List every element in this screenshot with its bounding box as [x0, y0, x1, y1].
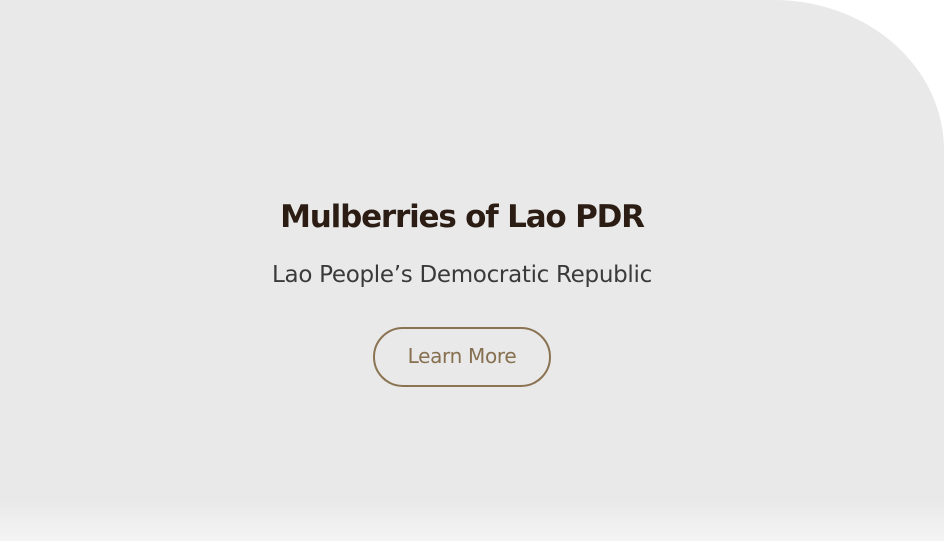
hero-subtitle: Lao People’s Democratic Republic	[272, 262, 652, 288]
learn-more-button[interactable]: Learn More	[373, 327, 551, 387]
hero-content: Mulberries of Lao PDR Lao People’s Democ…	[0, 194, 924, 387]
hero-title: Mulberries of Lao PDR	[280, 199, 645, 235]
hero-card: Mulberries of Lao PDR Lao People’s Democ…	[0, 0, 944, 541]
